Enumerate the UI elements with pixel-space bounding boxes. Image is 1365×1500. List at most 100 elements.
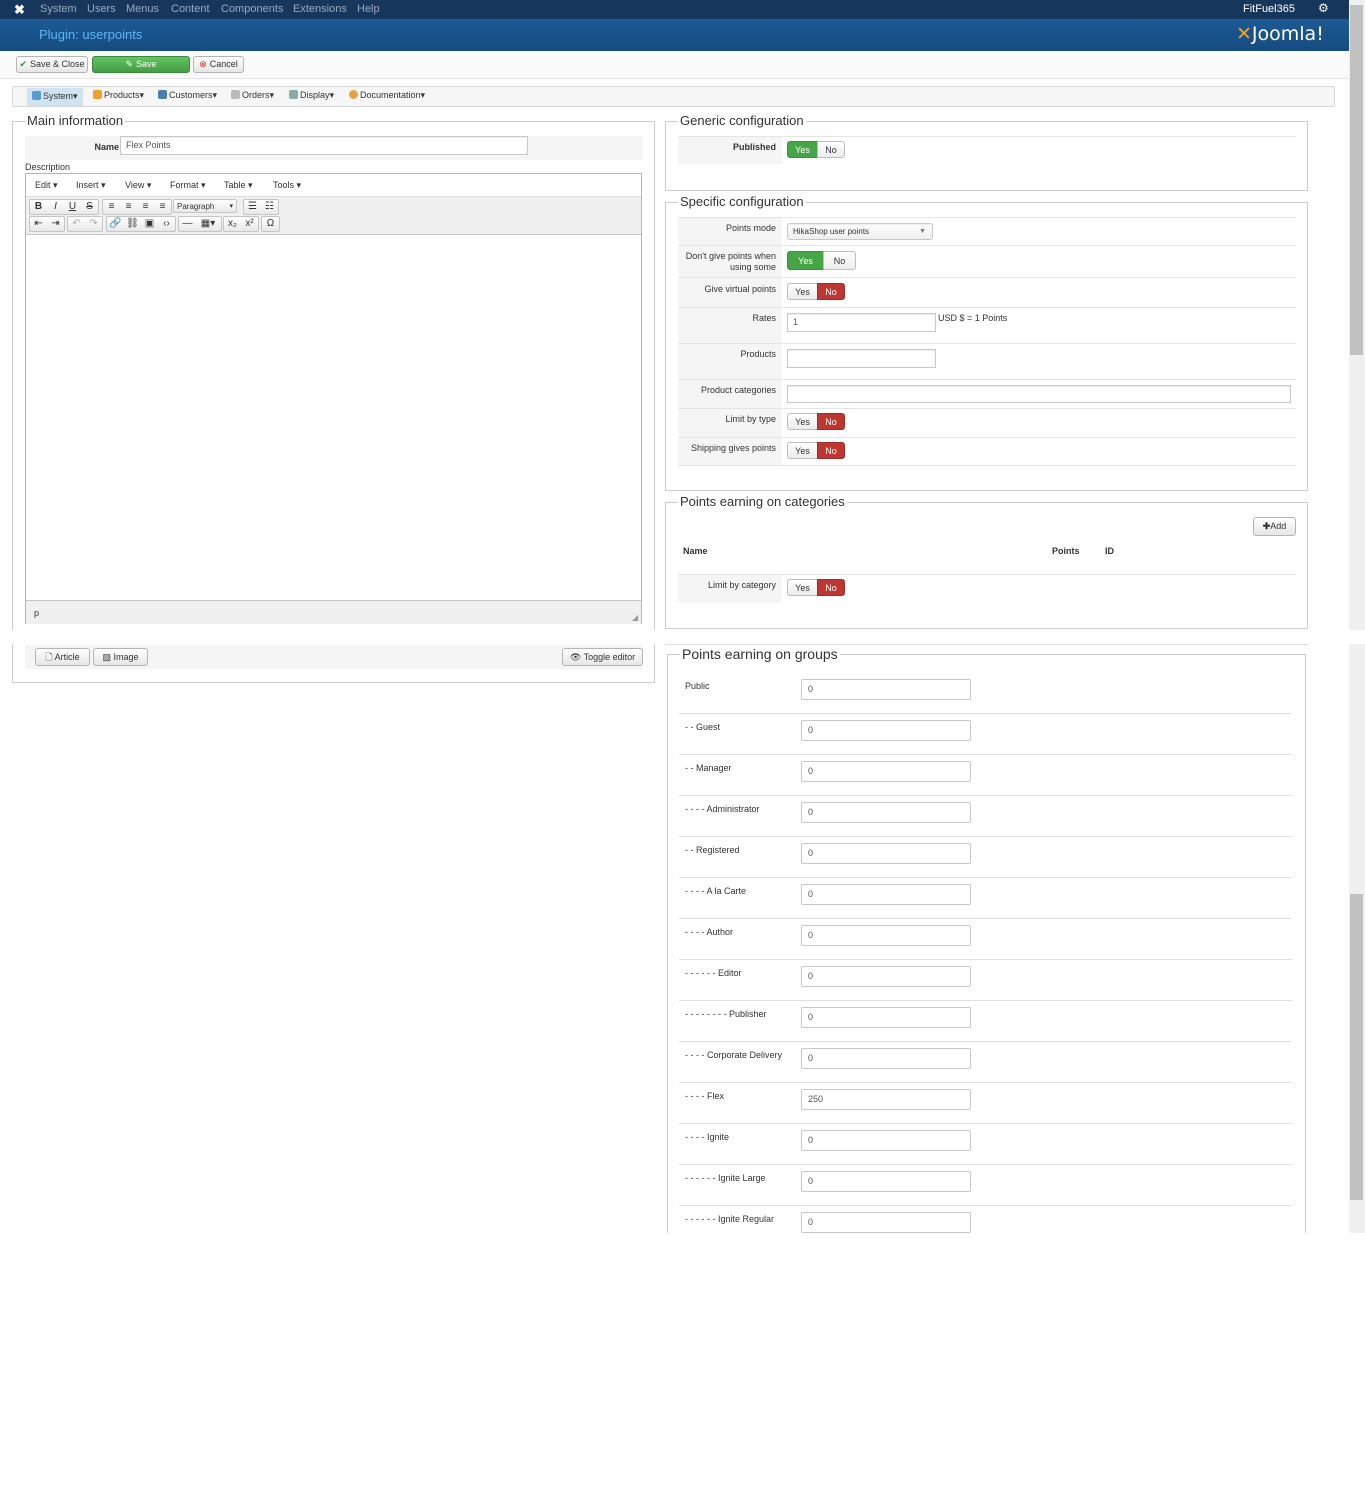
- points-mode-select[interactable]: HikaShop user points ▼: [787, 223, 933, 240]
- image-button[interactable]: ▨ Image: [93, 648, 148, 666]
- nav-extensions[interactable]: Extensions: [293, 3, 347, 15]
- group-points-input[interactable]: 0: [801, 802, 971, 823]
- divider: [678, 437, 1296, 438]
- scrollbar[interactable]: [1349, 0, 1365, 630]
- group-points-input[interactable]: 0: [801, 884, 971, 905]
- gear-icon[interactable]: ⚙: [1318, 1, 1329, 15]
- shipping-no[interactable]: No: [817, 442, 845, 459]
- link-icon[interactable]: 🔗: [108, 217, 123, 231]
- group-points-input[interactable]: 0: [801, 843, 971, 864]
- limit-type-no[interactable]: No: [817, 413, 845, 430]
- group-label: - - - - - - Ignite Large: [685, 1173, 766, 1183]
- scrollbar[interactable]: [1349, 644, 1365, 1233]
- table-icon[interactable]: ▦▾: [197, 217, 219, 231]
- editor-menu-insert[interactable]: Insert ▾: [76, 180, 106, 191]
- published-toggle[interactable]: Yes No: [787, 141, 845, 158]
- underline-icon[interactable]: U: [65, 200, 80, 214]
- menu-customers[interactable]: Customers▾: [158, 90, 217, 101]
- limit-category-no[interactable]: No: [817, 579, 845, 596]
- rates-suffix: USD $ = 1 Points: [938, 313, 1008, 323]
- limit-type-yes[interactable]: Yes: [787, 413, 818, 430]
- align-center-icon[interactable]: ≡: [121, 200, 136, 214]
- numbered-list-icon[interactable]: ☷: [262, 200, 277, 214]
- menu-display[interactable]: Display▾: [289, 90, 334, 101]
- superscript-icon[interactable]: x²: [242, 217, 257, 231]
- shipping-yes[interactable]: Yes: [787, 442, 818, 459]
- virtual-points-toggle[interactable]: Yes No: [787, 283, 845, 300]
- group-points-input[interactable]: 250: [801, 1089, 971, 1110]
- strikethrough-icon[interactable]: S: [82, 200, 97, 214]
- group-points-input[interactable]: 0: [801, 966, 971, 987]
- scrollbar-thumb[interactable]: [1350, 894, 1363, 1200]
- bold-icon[interactable]: B: [31, 200, 46, 214]
- menu-documentation[interactable]: Documentation▾: [349, 90, 425, 101]
- editor-menu-format[interactable]: Format ▾: [170, 180, 206, 191]
- divider: [678, 307, 1296, 308]
- virtual-no[interactable]: No: [817, 283, 845, 300]
- toggle-editor-button[interactable]: 👁 Toggle editor: [562, 648, 643, 666]
- add-category-button[interactable]: ✚Add: [1253, 517, 1296, 536]
- nav-system[interactable]: System: [40, 3, 77, 15]
- omega-icon[interactable]: Ω: [263, 217, 278, 231]
- nav-menus[interactable]: Menus: [126, 3, 159, 15]
- editor-menu-edit[interactable]: Edit ▾: [35, 180, 58, 191]
- align-justify-icon[interactable]: ≡: [155, 200, 170, 214]
- code-icon[interactable]: ‹›: [159, 217, 174, 231]
- menu-orders[interactable]: Orders▾: [231, 90, 274, 101]
- unlink-icon[interactable]: ⛓: [125, 217, 140, 231]
- editor-menu-tools[interactable]: Tools ▾: [273, 180, 301, 191]
- group-points-input[interactable]: 0: [801, 925, 971, 946]
- dont-give-yes[interactable]: Yes: [787, 251, 824, 270]
- horizontal-rule-icon[interactable]: —: [180, 217, 195, 231]
- shipping-points-toggle[interactable]: Yes No: [787, 442, 845, 459]
- bullet-list-icon[interactable]: ☰: [245, 200, 260, 214]
- save-close-button[interactable]: ✔ Save & Close: [16, 56, 88, 73]
- cancel-button[interactable]: ⊗ Cancel: [193, 56, 244, 73]
- published-yes[interactable]: Yes: [787, 141, 818, 158]
- group-points-input[interactable]: 0: [801, 1212, 971, 1233]
- indent-icon[interactable]: ⇥: [48, 217, 63, 231]
- align-right-icon[interactable]: ≡: [138, 200, 153, 214]
- format-select[interactable]: Paragraph ▾: [173, 199, 237, 213]
- published-no[interactable]: No: [817, 141, 845, 158]
- save-button[interactable]: ✎ Save: [92, 56, 190, 73]
- group-points-input[interactable]: 0: [801, 679, 971, 700]
- products-input[interactable]: [787, 349, 936, 368]
- group-points-input[interactable]: 0: [801, 1048, 971, 1069]
- resize-handle-icon[interactable]: ◢: [632, 613, 638, 622]
- align-left-icon[interactable]: ≡: [104, 200, 119, 214]
- editor-menu-table[interactable]: Table ▾: [224, 180, 253, 191]
- italic-icon[interactable]: I: [48, 200, 63, 214]
- menu-products[interactable]: Products▾: [93, 90, 144, 101]
- nav-content[interactable]: Content: [171, 3, 210, 15]
- name-input[interactable]: Flex Points: [120, 136, 528, 155]
- menu-system[interactable]: System▾: [27, 88, 83, 106]
- product-categories-input[interactable]: [787, 385, 1291, 403]
- limit-category-yes[interactable]: Yes: [787, 579, 818, 596]
- redo-icon[interactable]: ↷: [86, 217, 101, 231]
- subscript-icon[interactable]: x₂: [225, 217, 240, 231]
- limit-by-type-toggle[interactable]: Yes No: [787, 413, 845, 430]
- article-button[interactable]: 🗋 Article: [35, 648, 90, 666]
- limit-by-category-toggle[interactable]: Yes No: [787, 579, 845, 596]
- group-points-input[interactable]: 0: [801, 761, 971, 782]
- nav-help[interactable]: Help: [357, 3, 380, 15]
- joomla-menu-icon[interactable]: ✖: [14, 2, 25, 18]
- group-points-input[interactable]: 0: [801, 1130, 971, 1151]
- dont-give-points-toggle[interactable]: Yes No: [787, 251, 856, 270]
- rates-input[interactable]: 1: [787, 313, 936, 332]
- editor-content-area[interactable]: [26, 235, 641, 600]
- group-points-input[interactable]: 0: [801, 720, 971, 741]
- dont-give-no[interactable]: No: [823, 251, 856, 270]
- group-points-input[interactable]: 0: [801, 1007, 971, 1028]
- nav-components[interactable]: Components: [221, 3, 283, 15]
- virtual-yes[interactable]: Yes: [787, 283, 818, 300]
- undo-icon[interactable]: ↶: [69, 217, 84, 231]
- scrollbar-thumb[interactable]: [1350, 5, 1363, 355]
- outdent-icon[interactable]: ⇤: [31, 217, 46, 231]
- editor-menu-view[interactable]: View ▾: [125, 180, 151, 191]
- site-link[interactable]: FitFuel365: [1243, 3, 1295, 15]
- image-icon[interactable]: ▣: [142, 217, 157, 231]
- nav-users[interactable]: Users: [87, 3, 116, 15]
- group-points-input[interactable]: 0: [801, 1171, 971, 1192]
